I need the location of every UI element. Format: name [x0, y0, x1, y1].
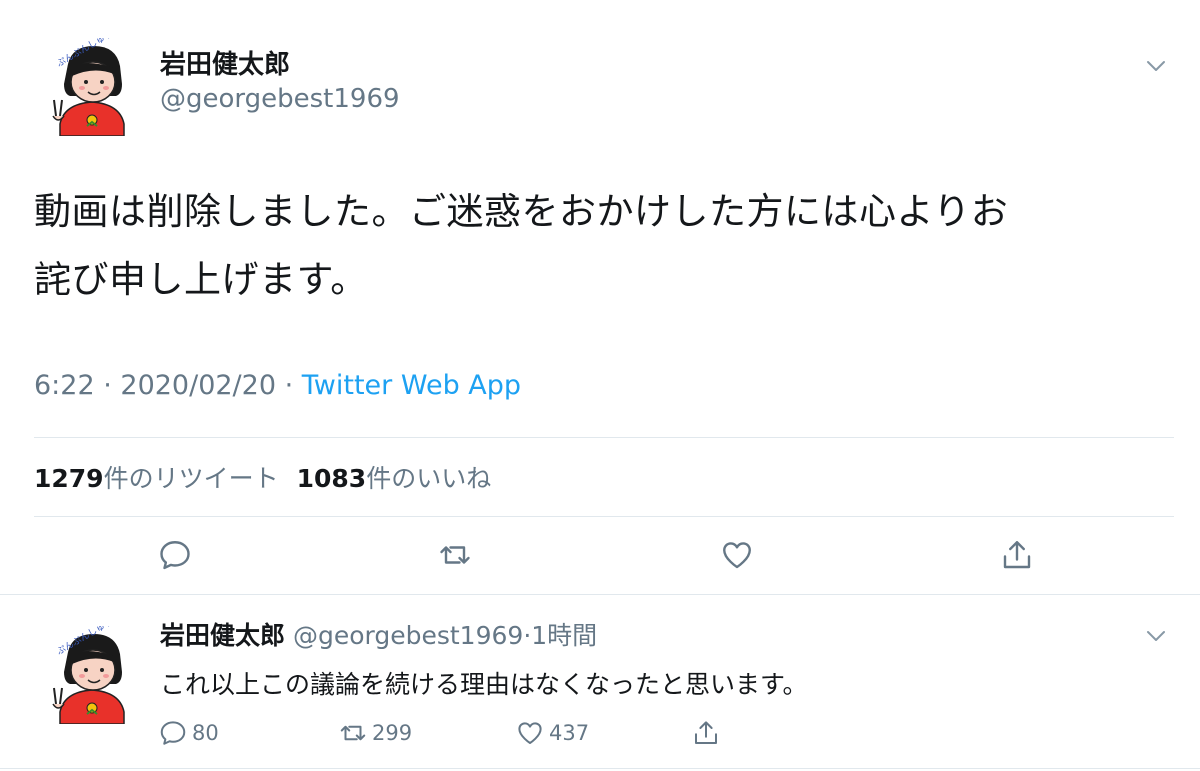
tweet-text: 動画は削除しました。ご迷惑をおかけした方には心よりお 詫び申し上げます。	[34, 178, 1174, 314]
retweet-icon	[340, 725, 366, 741]
tweet-stats: 1279件のリツイート 1083件のいいね	[34, 459, 491, 495]
tweet-text-line: 詫び申し上げます。	[34, 258, 368, 301]
tweet-date: 2020/02/20	[120, 370, 277, 401]
retweet-label: 件のリツイート	[103, 464, 279, 493]
tweet-time: 6:22	[34, 370, 95, 401]
share-icon[interactable]	[999, 537, 1035, 573]
like-count: 1083	[296, 464, 367, 493]
user-handle[interactable]: @georgebest1969	[293, 621, 523, 650]
like-label: 件のいいね	[366, 464, 492, 493]
reply-icon[interactable]	[157, 537, 193, 573]
retweet-button[interactable]: 299	[338, 716, 412, 750]
divider	[0, 594, 1200, 595]
reply-count: 80	[192, 721, 219, 745]
tweet-meta: 6:22 · 2020/02/20 · Twitter Web App	[34, 370, 521, 401]
avatar[interactable]: ぷんぷんしゅり	[50, 626, 134, 724]
retweet-stat[interactable]: 1279件のリツイート	[34, 464, 279, 493]
tweet-source-link[interactable]: Twitter Web App	[302, 370, 521, 401]
retweet-icon[interactable]	[437, 537, 473, 573]
meta-separator: ·	[94, 370, 121, 401]
chevron-down-icon[interactable]	[1144, 54, 1168, 78]
like-button[interactable]: 437	[515, 716, 589, 750]
reply-icon	[160, 721, 186, 745]
divider	[0, 768, 1200, 769]
heart-icon	[518, 722, 542, 744]
reply-button[interactable]: 80	[158, 716, 219, 750]
tweet-text: これ以上この議論を続ける理由はなくなったと思います。	[160, 670, 808, 699]
share-icon	[695, 721, 717, 744]
tweet-time[interactable]: 1時間	[531, 621, 597, 650]
display-name[interactable]: 岩田健太郎	[160, 621, 285, 650]
display-name[interactable]: 岩田健太郎	[160, 44, 290, 81]
user-handle[interactable]: @georgebest1969	[160, 84, 400, 114]
like-count: 437	[549, 721, 590, 745]
divider	[34, 516, 1174, 517]
share-button[interactable]	[691, 716, 721, 750]
like-stat[interactable]: 1083件のいいね	[297, 464, 492, 493]
reply-header: 岩田健太郎 @georgebest1969·1時間	[160, 616, 597, 652]
retweet-count: 1279	[34, 464, 104, 493]
tweet-detail-page: ぷんぷんしゅり 岩田健太郎 @georgebest1969 動画は削除しました。…	[0, 0, 1200, 771]
chevron-down-icon[interactable]	[1144, 624, 1168, 648]
avatar[interactable]: ぷんぷんしゅり	[50, 38, 134, 136]
tweet-text-line: 動画は削除しました。ご迷惑をおかけした方には心よりお	[34, 190, 1009, 233]
heart-icon[interactable]	[719, 537, 755, 573]
retweet-count: 299	[372, 721, 413, 745]
divider	[34, 437, 1174, 438]
meta-separator: ·	[276, 370, 302, 401]
